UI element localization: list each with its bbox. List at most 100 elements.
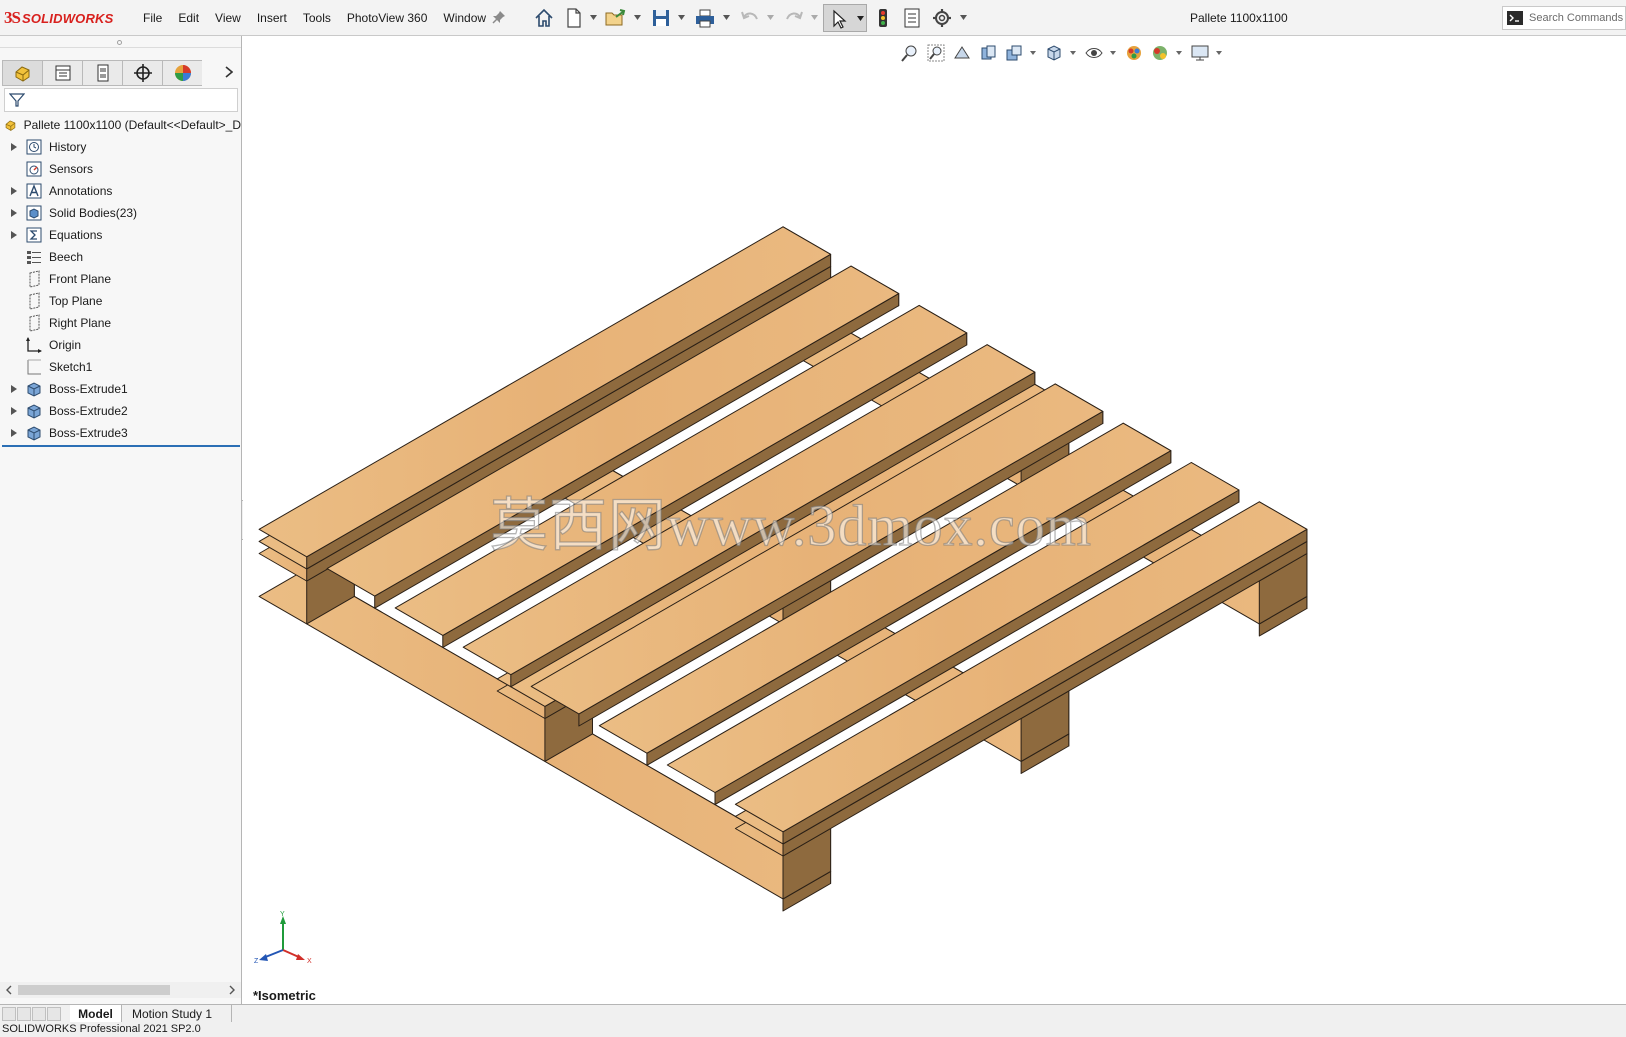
open-dropdown-icon[interactable] [634,15,641,20]
triad-z-label: Z [254,958,259,965]
expand-arrow-icon[interactable] [9,230,19,240]
expand-arrow-icon[interactable] [9,428,19,438]
view-settings-dropdown[interactable] [1216,43,1222,63]
menu-file[interactable]: File [143,11,162,25]
tab-model[interactable]: Model [70,1005,122,1023]
tree-filter-field[interactable] [4,88,238,112]
menu-insert[interactable]: Insert [257,11,287,25]
plane-icon [25,270,43,288]
section-view-button[interactable] [978,43,998,63]
hide-show-items-button[interactable] [1084,43,1104,63]
next-tab-arrow[interactable] [32,1007,46,1021]
expand-arrow-icon[interactable] [9,384,19,394]
panel-horizontal-scrollbar[interactable] [0,982,241,998]
tree-item-front-plane[interactable]: Front Plane [0,268,241,290]
zoom-to-area-button[interactable] [926,43,946,63]
tab-motion-study-1[interactable]: Motion Study 1 [124,1005,232,1023]
expand-spacer [9,296,19,306]
open-icon[interactable] [604,7,626,29]
new-dropdown-icon[interactable] [590,15,597,20]
title-bar: 3S SOLIDWORKS File Edit View Insert Tool… [0,0,1626,36]
tree-item-solid-bodies-23[interactable]: Solid Bodies(23) [0,202,241,224]
tree-item-right-plane[interactable]: Right Plane [0,312,241,334]
orientation-dropdown[interactable] [1070,43,1076,63]
select-button[interactable] [823,4,867,32]
reference-triad[interactable]: Y X Z [253,910,317,968]
expand-arrow-icon[interactable] [9,186,19,196]
menu-window[interactable]: Window [443,11,486,25]
view-dropdown[interactable] [1030,43,1036,63]
panel-grip[interactable] [0,36,241,48]
tree-item-annotations[interactable]: Annotations [0,180,241,202]
tree-item-boss-extrude1[interactable]: Boss-Extrude1 [0,378,241,400]
scroll-left-icon[interactable] [5,985,13,995]
tree-item-boss-extrude2[interactable]: Boss-Extrude2 [0,400,241,422]
save-icon[interactable] [650,7,672,29]
redo-icon[interactable] [783,7,805,29]
view-orientation-button[interactable] [1044,43,1064,63]
expand-spacer [9,274,19,284]
featuremanager-tab[interactable] [2,60,42,86]
section-view-icon [981,45,996,60]
file-properties-icon[interactable] [901,7,923,29]
previous-view-button[interactable] [952,43,972,63]
edit-appearance-button[interactable] [1124,43,1144,63]
tree-item-beech[interactable]: Beech [0,246,241,268]
home-icon[interactable] [533,7,555,29]
select-dropdown-icon[interactable] [857,16,864,21]
tree-item-origin[interactable]: Origin [0,334,241,356]
menu-tools[interactable]: Tools [303,11,331,25]
new-document-icon[interactable] [563,7,585,29]
tree-item-sensors[interactable]: Sensors [0,158,241,180]
menu-edit[interactable]: Edit [178,11,199,25]
first-tab-arrow[interactable] [2,1007,16,1021]
extrude-icon [25,402,43,420]
configurationmanager-tab[interactable] [82,60,122,86]
more-tabs-button[interactable] [222,64,236,80]
rebuild-icon[interactable] [872,7,894,29]
apply-scene-button[interactable] [1150,43,1170,63]
save-dropdown-icon[interactable] [678,15,685,20]
scene-dropdown[interactable] [1176,43,1182,63]
pin-menu-icon[interactable] [491,9,507,25]
last-tab-arrow[interactable] [47,1007,61,1021]
zoom-to-fit-button[interactable] [900,43,920,63]
extrude-icon [25,380,43,398]
tab-navigation-arrows[interactable] [2,1007,64,1021]
undo-dropdown-icon[interactable] [767,15,774,20]
expand-arrow-icon[interactable] [9,208,19,218]
sensors-icon [25,160,43,178]
triad-x-label: X [307,958,312,965]
scrollbar-thumb[interactable] [18,985,170,995]
prev-tab-arrow[interactable] [17,1007,31,1021]
tree-item-sketch1[interactable]: Sketch1 [0,356,241,378]
edit-appearance-icon [1127,46,1141,60]
tree-item-history[interactable]: History [0,136,241,158]
print-dropdown-icon[interactable] [723,15,730,20]
tree-item-boss-extrude3[interactable]: Boss-Extrude3 [0,422,241,444]
scroll-right-icon[interactable] [228,985,236,995]
tree-rollback-bar[interactable] [2,445,240,447]
options-dropdown-icon[interactable] [960,15,967,20]
tree-item-label: Right Plane [49,316,112,330]
undo-icon[interactable] [739,7,761,29]
options-icon[interactable] [931,7,953,29]
dimxpertmanager-tab[interactable] [122,60,162,86]
search-commands-field[interactable]: Search Commands [1502,6,1626,30]
print-icon[interactable] [694,7,716,29]
redo-dropdown-icon[interactable] [811,15,818,20]
view-settings-button[interactable] [1190,43,1210,63]
dynamic-annotation-button[interactable] [1004,43,1024,63]
expand-arrow-icon[interactable] [9,142,19,152]
menu-view[interactable]: View [215,11,241,25]
solidworks-logo[interactable]: 3S SOLIDWORKS [4,8,114,28]
tree-item-equations[interactable]: Equations [0,224,241,246]
tree-root-part[interactable]: Pallete 1100x1100 (Default<<Default>_D [0,114,241,136]
tree-item-top-plane[interactable]: Top Plane [0,290,241,312]
material-icon [25,248,43,266]
displaymanager-tab[interactable] [162,60,202,86]
hide-show-dropdown[interactable] [1110,43,1116,63]
expand-arrow-icon[interactable] [9,406,19,416]
menu-photoview[interactable]: PhotoView 360 [347,11,428,25]
propertymanager-tab[interactable] [42,60,82,86]
